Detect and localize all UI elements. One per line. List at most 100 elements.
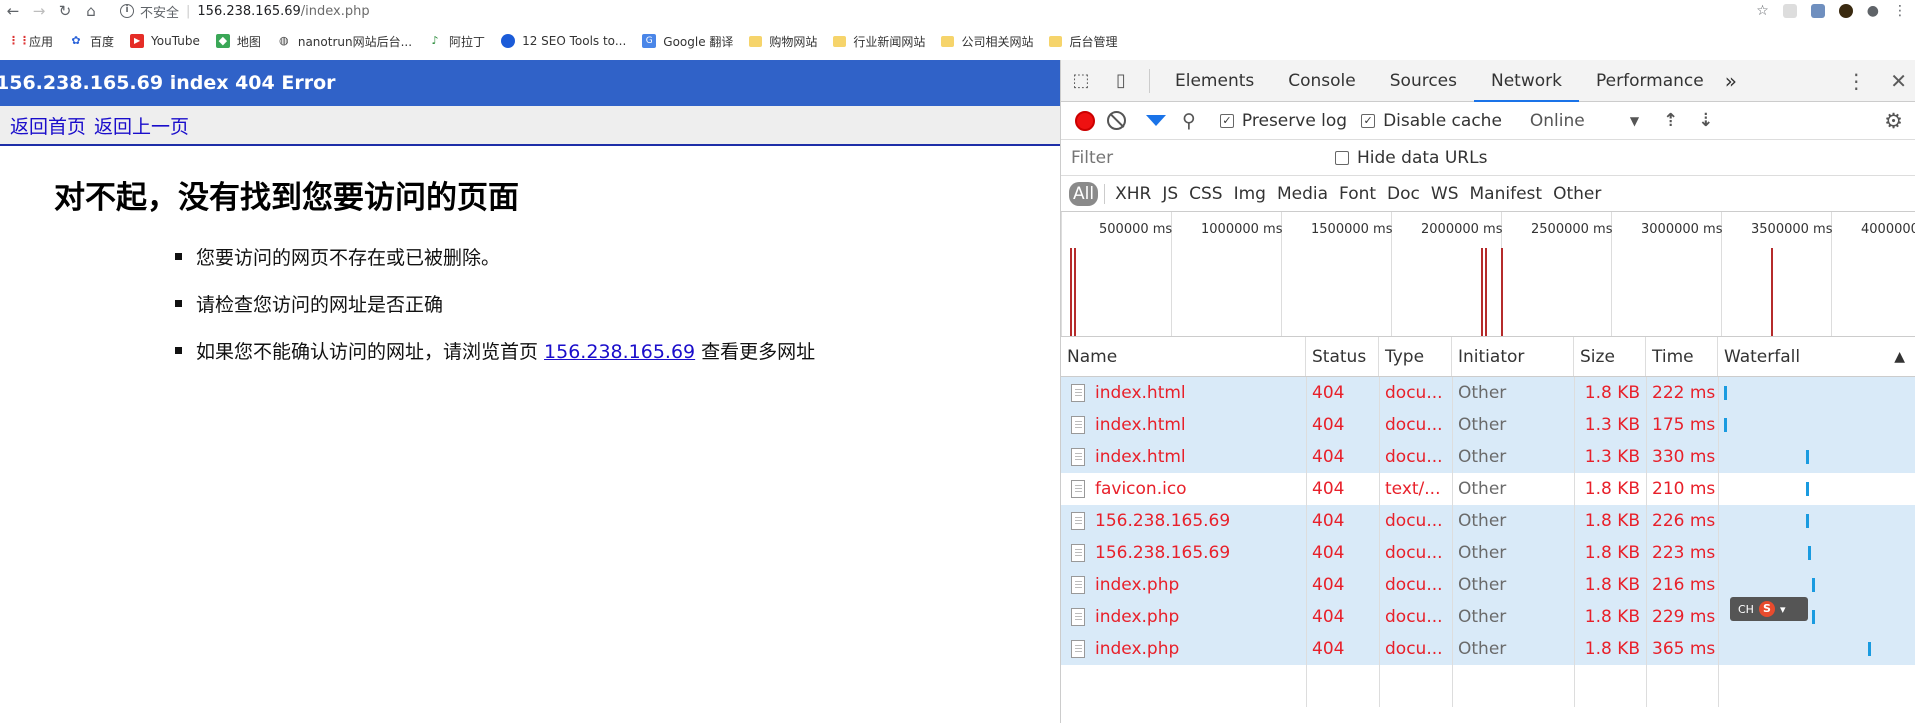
forward-arrow-icon[interactable]: →: [26, 0, 52, 22]
bookmark-label: 应用: [29, 34, 54, 49]
bookmark-folder-shopping[interactable]: 购物网站: [749, 33, 817, 50]
chevron-down-icon[interactable]: ▾: [1780, 603, 1786, 616]
bookmark-label: 百度: [90, 34, 115, 49]
type-filter-xhr[interactable]: XHR: [1115, 184, 1151, 204]
bookmark-folder-admin[interactable]: 后台管理: [1049, 33, 1117, 50]
sogou-input-icon[interactable]: S: [1758, 601, 1775, 617]
close-icon[interactable]: ✕: [1890, 69, 1907, 93]
type-filter-all[interactable]: All: [1069, 181, 1099, 206]
more-tabs-button[interactable]: »: [1721, 60, 1741, 102]
profile-icon[interactable]: ●: [1867, 3, 1879, 19]
bookmark-label: nanotrun网站后台...: [297, 34, 413, 49]
throttling-select[interactable]: Online: [1530, 111, 1630, 131]
bookmark-maps[interactable]: ◆ 地图: [215, 33, 261, 50]
extension-icon[interactable]: [1782, 4, 1797, 18]
checkbox-checked-icon[interactable]: ✓: [1361, 113, 1376, 128]
tab-sources[interactable]: Sources: [1373, 60, 1474, 102]
column-header-size[interactable]: Size: [1574, 337, 1646, 376]
export-har-icon[interactable]: ⇣: [1698, 110, 1713, 131]
type-filter-js[interactable]: JS: [1162, 184, 1178, 204]
back-arrow-icon[interactable]: ←: [0, 0, 26, 22]
tab-performance[interactable]: Performance: [1579, 60, 1721, 102]
preserve-log-checkbox[interactable]: ✓ Preserve log: [1219, 111, 1347, 131]
filter-input[interactable]: [1065, 144, 1315, 171]
cell-waterfall: [1718, 633, 1915, 665]
column-header-waterfall[interactable]: Waterfall ▲: [1718, 337, 1915, 376]
column-header-name[interactable]: Name: [1061, 337, 1306, 376]
ime-toolbar[interactable]: CH S ▾: [1730, 597, 1808, 621]
home-link[interactable]: 返回首页: [10, 112, 86, 139]
bookmark-folder-company[interactable]: 公司相关网站: [941, 33, 1033, 50]
bookmark-label: 阿拉丁: [449, 34, 486, 49]
sort-ascending-icon[interactable]: ▲: [1894, 337, 1905, 376]
chevron-down-icon[interactable]: ▼: [1630, 114, 1639, 128]
type-filter-font[interactable]: Font: [1339, 184, 1376, 204]
bookmark-label: 公司相关网站: [961, 34, 1034, 49]
record-icon[interactable]: [1075, 110, 1095, 131]
search-icon[interactable]: ⚲: [1182, 110, 1196, 132]
table-row[interactable]: favicon.ico 404 text/... Other 1.8 KB 210 ms: [1061, 473, 1915, 505]
bookmark-aladdin[interactable]: ♪ 阿拉丁: [428, 33, 486, 50]
import-har-icon[interactable]: ⇡: [1663, 110, 1678, 131]
bookmark-google-translate[interactable]: G Google 翻译: [642, 33, 733, 50]
cell-size: 1.8 KB: [1584, 479, 1640, 499]
clear-icon[interactable]: [1107, 111, 1126, 130]
tab-elements[interactable]: Elements: [1158, 60, 1271, 102]
device-toolbar-icon[interactable]: ▯: [1101, 60, 1141, 102]
request-name: index.php: [1095, 639, 1180, 659]
bookmarks-bar: ⋮⋮ 应用 ✿ 百度 ▶ YouTube ◆ 地图 ◍ nanotrun网站后台…: [0, 22, 1915, 60]
timeline-tick-label: 3000000 ms: [1641, 222, 1723, 237]
timeline-request-mark: [1070, 248, 1072, 336]
menu-dots-icon[interactable]: ⋮: [1893, 3, 1907, 19]
cell-status: 404: [1312, 447, 1345, 467]
checkbox-checked-icon[interactable]: ✓: [1219, 113, 1234, 128]
omnibox[interactable]: i 不安全 | 156.238.165.69 /index.php: [120, 0, 370, 22]
cell-size: 1.8 KB: [1584, 543, 1640, 563]
type-filter-css[interactable]: CSS: [1189, 184, 1222, 204]
column-header-type[interactable]: Type: [1379, 337, 1452, 376]
home-icon[interactable]: ⌂: [78, 0, 104, 22]
bookmark-youtube[interactable]: ▶ YouTube: [130, 34, 200, 48]
extension-icon[interactable]: [1838, 4, 1853, 18]
menu-dots-icon[interactable]: ⋮: [1846, 69, 1866, 93]
type-filter-manifest[interactable]: Manifest: [1470, 184, 1543, 204]
info-icon[interactable]: i: [120, 4, 134, 18]
devtools-panel: ⬚ ▯ Elements Console Sources Network Per…: [1060, 60, 1915, 723]
back-link[interactable]: 返回上一页: [94, 112, 189, 139]
bookmark-label: 后台管理: [1069, 34, 1118, 49]
type-filter-media[interactable]: Media: [1277, 184, 1328, 204]
type-filter-img[interactable]: Img: [1234, 184, 1266, 204]
network-overview-timeline[interactable]: 500000 ms 1000000 ms 1500000 ms 2000000 …: [1061, 212, 1915, 337]
bookmark-seo-tools[interactable]: 12 SEO Tools to...: [501, 34, 626, 48]
table-row[interactable]: index.html 404 docu... Other 1.8 KB 222 ms: [1061, 377, 1915, 409]
column-header-initiator[interactable]: Initiator: [1452, 337, 1574, 376]
reload-icon[interactable]: ↻: [52, 0, 78, 22]
filter-icon[interactable]: [1146, 115, 1166, 126]
bookmark-apps[interactable]: ⋮⋮ 应用: [8, 33, 53, 50]
table-row[interactable]: index.php 404 docu... Other 1.8 KB 365 ms: [1061, 633, 1915, 665]
type-filter-other[interactable]: Other: [1553, 184, 1601, 204]
column-header-status[interactable]: Status: [1306, 337, 1379, 376]
checkbox-unchecked-icon[interactable]: [1335, 150, 1349, 165]
inspect-element-icon[interactable]: ⬚: [1061, 60, 1101, 102]
gear-icon[interactable]: ⚙: [1884, 109, 1903, 133]
cell-status: 404: [1312, 415, 1345, 435]
table-row[interactable]: index.html 404 docu... Other 1.3 KB 175 ms: [1061, 409, 1915, 441]
bookmark-nanotrun[interactable]: ◍ nanotrun网站后台...: [277, 33, 412, 50]
bookmark-folder-news[interactable]: 行业新闻网站: [833, 33, 925, 50]
extension-icon[interactable]: [1810, 4, 1825, 18]
disable-cache-checkbox[interactable]: ✓ Disable cache: [1361, 111, 1502, 131]
table-row[interactable]: 156.238.165.69 404 docu... Other 1.8 KB 223 m…: [1061, 537, 1915, 569]
tab-network[interactable]: Network: [1474, 60, 1579, 102]
type-filter-ws[interactable]: WS: [1431, 184, 1459, 204]
homepage-link[interactable]: 156.238.165.69: [544, 341, 695, 363]
cell-type: docu...: [1385, 543, 1443, 563]
table-row[interactable]: 156.238.165.69 404 docu... Other 1.8 KB 226 m…: [1061, 505, 1915, 537]
tab-console[interactable]: Console: [1271, 60, 1373, 102]
table-row[interactable]: index.html 404 docu... Other 1.3 KB 330 ms: [1061, 441, 1915, 473]
star-icon[interactable]: ☆: [1756, 3, 1769, 19]
bookmark-baidu[interactable]: ✿ 百度: [69, 33, 114, 50]
column-header-time[interactable]: Time: [1646, 337, 1718, 376]
hide-data-urls-checkbox[interactable]: Hide data URLs: [1335, 148, 1487, 168]
type-filter-doc[interactable]: Doc: [1387, 184, 1420, 204]
